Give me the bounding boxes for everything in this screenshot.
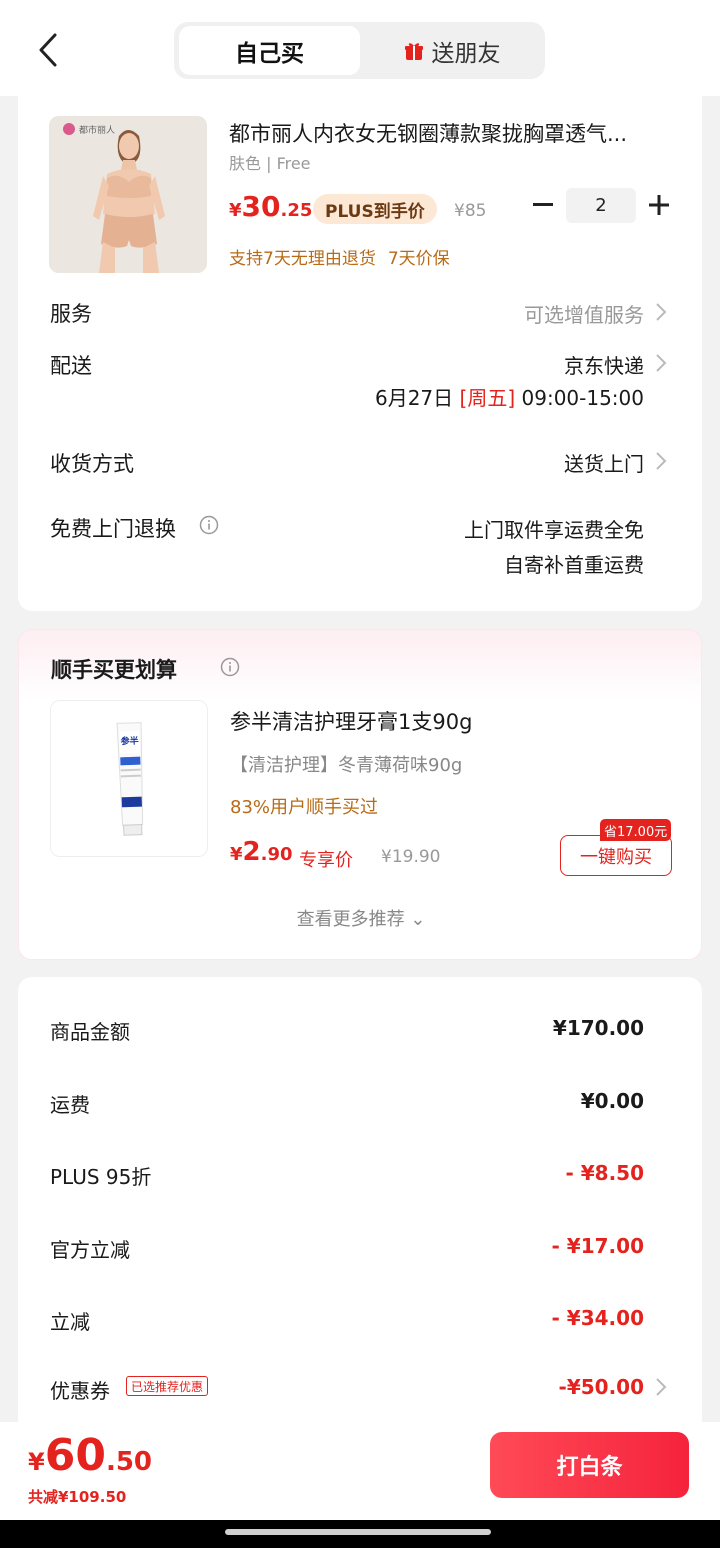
product-title[interactable]: 都市丽人内衣女无钢圈薄款聚拢胸罩透气... xyxy=(229,118,669,148)
delivery-window: 09:00-15:00 xyxy=(521,386,645,410)
top-bar: 自己买 送朋友 xyxy=(0,0,720,96)
delivery-time[interactable]: 6月27日 [周五] 09:00-15:00 xyxy=(375,382,644,411)
product-price: ¥ 30 .25 xyxy=(229,190,312,223)
recommend-purchase-stat: 83%用户顺手买过 xyxy=(230,797,379,818)
price-integer: 2 xyxy=(242,837,261,867)
return-policy-text: 支持7天无理由退货 xyxy=(229,249,376,269)
plus-discount-label: PLUS 95折 xyxy=(50,1165,152,1189)
total-saved[interactable]: 共减¥109.50 xyxy=(28,1486,126,1507)
tab-send-to-friend[interactable]: 送朋友 xyxy=(364,26,540,75)
plus-price-badge: PLUS到手价 xyxy=(313,194,437,224)
gift-icon xyxy=(404,42,423,60)
goods-amount-value: ¥170.00 xyxy=(552,1016,644,1040)
total-currency: ¥ xyxy=(28,1448,45,1476)
price-decimal: .25 xyxy=(280,200,313,221)
quantity-decrease-button[interactable] xyxy=(529,190,557,220)
recommend-original-price: ¥19.90 xyxy=(381,847,441,867)
instant-discount-label: 立减 xyxy=(50,1310,90,1334)
plus-icon xyxy=(649,195,669,215)
savings-badge: 省17.00元 xyxy=(600,819,672,841)
recommend-product-title[interactable]: 参半清洁护理牙膏1支90g xyxy=(230,706,472,736)
total-price: ¥ 60 .50 xyxy=(28,1430,152,1481)
purchase-mode-switch: 自己买 送朋友 xyxy=(174,22,545,79)
info-icon[interactable] xyxy=(220,657,240,677)
section-title: 顺手买更划算 xyxy=(51,658,177,682)
delivery-label: 配送 xyxy=(50,354,92,378)
total-decimal: .50 xyxy=(105,1447,152,1477)
price-decimal: .90 xyxy=(260,844,293,865)
official-discount-label: 官方立减 xyxy=(50,1238,130,1262)
recommend-price: ¥ 2 .90 xyxy=(230,837,293,867)
delivery-weekday: [周五] xyxy=(459,386,516,410)
free-return-label: 免费上门退换 xyxy=(50,517,176,541)
product-image[interactable]: 都市丽人 xyxy=(49,116,207,273)
chevron-right-icon[interactable] xyxy=(655,451,667,471)
price-currency: ¥ xyxy=(229,200,242,221)
chevron-right-icon[interactable] xyxy=(655,353,667,373)
exclusive-price-tag: 专享价 xyxy=(299,850,353,871)
checkout-bar: ¥ 60 .50 共减¥109.50 打白条 xyxy=(0,1422,720,1520)
back-arrow-icon xyxy=(39,33,57,67)
coupon-label: 优惠券 xyxy=(50,1379,110,1403)
quantity-field[interactable]: 2 xyxy=(566,188,636,223)
chevron-right-icon[interactable] xyxy=(655,302,667,322)
more-recommendations-link[interactable]: 查看更多推荐 ⌄ xyxy=(19,905,703,931)
shipping-fee-label: 运费 xyxy=(50,1093,90,1117)
recommend-product-image[interactable]: 参半 xyxy=(50,700,208,857)
service-value[interactable]: 可选增值服务 xyxy=(524,299,644,328)
free-return-pickup: 上门取件享运费全免 xyxy=(464,518,644,542)
system-navigation-bar xyxy=(0,1520,720,1548)
plus-discount-value: - ¥8.50 xyxy=(565,1161,644,1185)
brand-logo-text: 都市丽人 xyxy=(79,124,115,136)
info-icon[interactable] xyxy=(199,515,219,535)
chevron-right-icon[interactable] xyxy=(655,1377,667,1397)
official-discount-value: - ¥17.00 xyxy=(551,1234,644,1258)
recommended-coupon-tag: 已选推荐优惠 xyxy=(126,1376,209,1396)
free-return-self-send: 自寄补首重运费 xyxy=(504,553,644,577)
receive-method-value[interactable]: 送货上门 xyxy=(564,448,644,477)
price-protection-text: 7天价保 xyxy=(387,249,450,269)
toothpaste-photo: 参半 xyxy=(51,701,207,856)
minus-icon xyxy=(533,203,553,206)
goods-amount-label: 商品金额 xyxy=(50,1020,130,1044)
quantity-increase-button[interactable] xyxy=(644,190,674,220)
price-summary-card: 商品金额 ¥170.00 运费 ¥0.00 PLUS 95折 - ¥8.50 官… xyxy=(18,977,702,1437)
tab-send-to-friend-label: 送朋友 xyxy=(431,40,501,67)
tab-buy-for-self[interactable]: 自己买 xyxy=(179,26,360,75)
original-price: ¥85 xyxy=(454,201,487,221)
total-integer: 60 xyxy=(44,1430,106,1481)
add-on-recommendation-card: 顺手买更划算 参半 参半清洁护理牙膏1支90g 【清洁护理】冬青薄荷味90g 8… xyxy=(18,629,702,960)
back-button[interactable] xyxy=(26,26,70,74)
delivery-method[interactable]: 京东快递 xyxy=(564,350,644,379)
delivery-date: 6月27日 xyxy=(374,386,454,410)
product-guarantees: 支持7天无理由退货 7天价保 xyxy=(229,244,450,269)
pay-with-baitiao-button[interactable]: 打白条 xyxy=(490,1432,689,1498)
one-click-buy-button[interactable]: 一键购买 xyxy=(560,835,672,876)
order-item-card: 都市丽人 都市丽人内衣女无钢圈薄款聚拢胸罩透气... 肤色 | Free ¥ 3… xyxy=(18,94,702,611)
product-spec[interactable]: 肤色 | Free xyxy=(229,150,311,174)
price-currency: ¥ xyxy=(230,844,243,865)
receive-method-label: 收货方式 xyxy=(50,452,134,476)
toothpaste-brand-text: 参半 xyxy=(120,735,138,748)
instant-discount-value: - ¥34.00 xyxy=(551,1306,644,1330)
shipping-fee-value: ¥0.00 xyxy=(580,1089,644,1113)
coupon-value[interactable]: -¥50.00 xyxy=(559,1375,644,1399)
home-indicator[interactable] xyxy=(225,1529,491,1535)
price-integer: 30 xyxy=(241,190,281,223)
product-photo: 都市丽人 xyxy=(49,116,207,273)
service-label: 服务 xyxy=(50,302,92,326)
recommend-product-spec: 【清洁护理】冬青薄荷味90g xyxy=(230,755,463,776)
